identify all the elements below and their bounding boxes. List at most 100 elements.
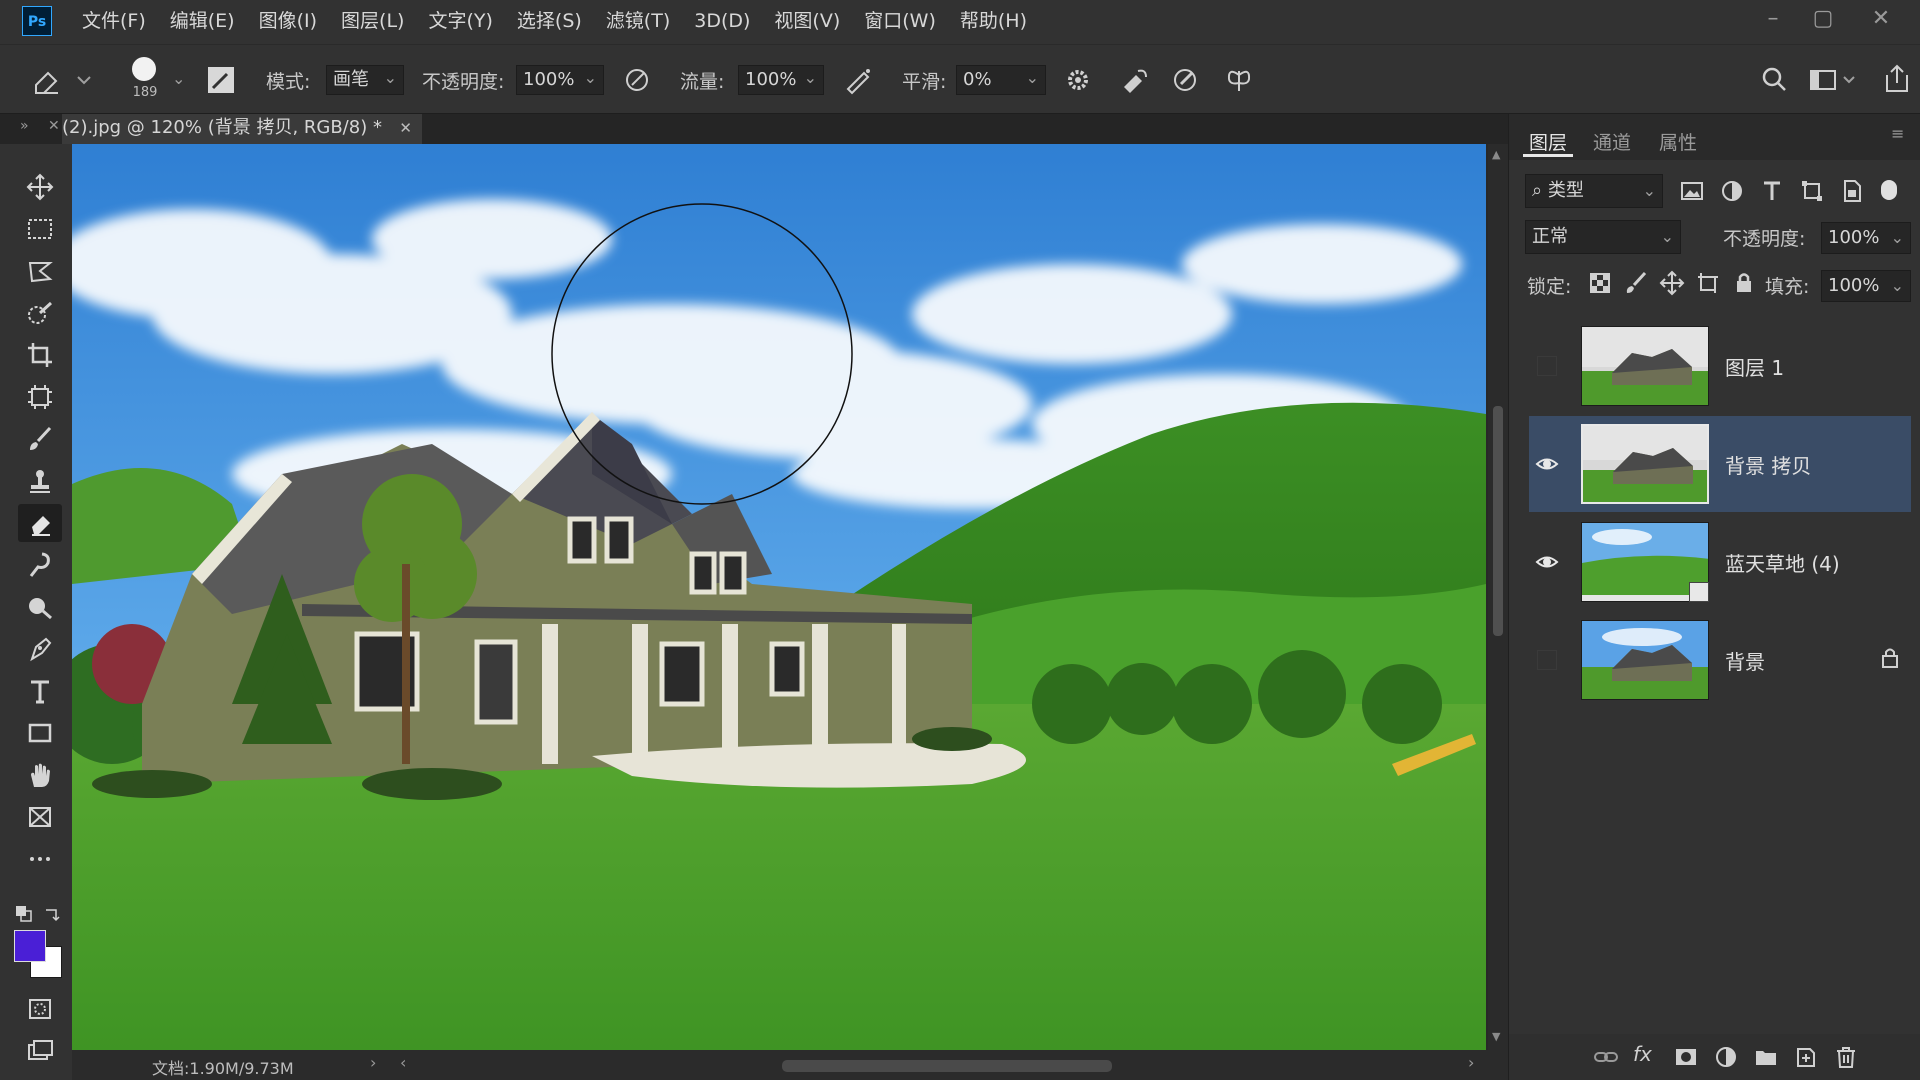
close-icon[interactable]: ✕ bbox=[48, 118, 60, 134]
menu-image[interactable]: 图像(I) bbox=[247, 0, 329, 44]
scroll-left-icon[interactable]: ‹ bbox=[400, 1053, 406, 1072]
filter-toggle-switch[interactable] bbox=[1881, 180, 1897, 200]
default-colors-button[interactable] bbox=[14, 904, 34, 924]
document-image[interactable] bbox=[72, 144, 1486, 1050]
tool-preset-picker[interactable] bbox=[24, 65, 94, 95]
menu-window[interactable]: 窗口(W) bbox=[852, 0, 948, 44]
mode-select[interactable]: 画笔 ⌄ bbox=[326, 65, 404, 95]
eye-icon[interactable] bbox=[1535, 452, 1559, 476]
close-tab-icon[interactable]: ✕ bbox=[399, 114, 412, 142]
search-button[interactable] bbox=[1760, 65, 1788, 95]
new-layer-button[interactable] bbox=[1793, 1044, 1819, 1070]
pressure-size-button[interactable] bbox=[1170, 65, 1200, 95]
smudge-tool[interactable] bbox=[18, 546, 62, 584]
history-erase-button[interactable] bbox=[1118, 65, 1150, 95]
maximize-button[interactable]: ▢ bbox=[1806, 4, 1840, 38]
smoothing-options-button[interactable] bbox=[1064, 65, 1092, 95]
crop-tool[interactable] bbox=[18, 336, 62, 374]
menu-select[interactable]: 选择(S) bbox=[505, 0, 594, 44]
close-window-button[interactable]: ✕ bbox=[1864, 4, 1898, 38]
stamp-tool[interactable] bbox=[18, 462, 62, 500]
minimize-button[interactable]: – bbox=[1756, 4, 1790, 38]
new-adjustment-button[interactable] bbox=[1713, 1044, 1739, 1070]
menu-filter[interactable]: 滤镜(T) bbox=[594, 0, 682, 44]
scroll-down-icon[interactable]: ▼ bbox=[1492, 1030, 1500, 1043]
delete-layer-button[interactable] bbox=[1833, 1044, 1859, 1070]
opacity-input[interactable]: 100% ⌄ bbox=[516, 65, 604, 95]
horizontal-scroll-thumb[interactable] bbox=[782, 1060, 1112, 1072]
lasso-tool[interactable] bbox=[18, 252, 62, 290]
link-layers-button[interactable] bbox=[1593, 1044, 1619, 1070]
tab-channels[interactable]: 通道 bbox=[1593, 128, 1631, 155]
tab-layers[interactable]: 图层 bbox=[1529, 128, 1567, 155]
layer-filter-select[interactable]: ⌕ 类型 ⌄ bbox=[1525, 174, 1663, 208]
lock-artboard-button[interactable] bbox=[1695, 270, 1721, 296]
marquee-tool[interactable] bbox=[18, 210, 62, 248]
filter-pixel-button[interactable] bbox=[1679, 178, 1705, 204]
layer-row-background-copy[interactable]: 背景 拷贝 bbox=[1529, 416, 1911, 512]
layer-row-sky-grass[interactable]: 蓝天草地 (4) bbox=[1529, 514, 1911, 610]
brush-preset-picker[interactable]: 189 bbox=[124, 55, 164, 107]
frame-tool[interactable] bbox=[18, 378, 62, 416]
document-tab[interactable]: (2).jpg @ 120% (背景 拷贝, RGB/8) * ✕ bbox=[62, 114, 422, 144]
workspace-button[interactable] bbox=[1808, 65, 1858, 95]
tab-properties[interactable]: 属性 bbox=[1659, 128, 1697, 155]
quick-mask-button[interactable] bbox=[18, 990, 62, 1028]
vertical-scroll-thumb[interactable] bbox=[1493, 406, 1503, 636]
fill-input[interactable]: 100% ⌄ bbox=[1821, 270, 1911, 302]
pressure-opacity-button[interactable] bbox=[622, 65, 652, 95]
scroll-right-icon[interactable]: › bbox=[1468, 1053, 1474, 1072]
layer-opacity-input[interactable]: 100% ⌄ bbox=[1821, 222, 1911, 254]
chevron-down-icon[interactable]: ⌄ bbox=[172, 69, 185, 88]
more-tools-button[interactable] bbox=[18, 840, 62, 878]
menu-3d[interactable]: 3D(D) bbox=[682, 0, 762, 44]
filter-smart-object-button[interactable] bbox=[1839, 178, 1865, 204]
filter-shape-button[interactable] bbox=[1799, 178, 1825, 204]
menu-view[interactable]: 视图(V) bbox=[762, 0, 852, 44]
airbrush-button[interactable] bbox=[842, 65, 874, 95]
visibility-toggle[interactable] bbox=[1537, 356, 1557, 376]
dodge-tool[interactable] bbox=[18, 588, 62, 626]
layer-row-layer1[interactable]: 图层 1 bbox=[1529, 318, 1911, 414]
eraser-tool[interactable] bbox=[18, 504, 62, 542]
brush-panel-toggle[interactable] bbox=[208, 67, 234, 93]
brush-tool[interactable] bbox=[18, 420, 62, 458]
lock-pixels-button[interactable] bbox=[1623, 270, 1649, 296]
move-tool[interactable] bbox=[18, 168, 62, 206]
symmetry-button[interactable] bbox=[1224, 65, 1254, 95]
menu-type[interactable]: 文字(Y) bbox=[416, 0, 504, 44]
artboard-tool[interactable] bbox=[18, 798, 62, 836]
pen-tool[interactable] bbox=[18, 630, 62, 668]
type-tool[interactable] bbox=[18, 672, 62, 710]
lock-transparent-button[interactable] bbox=[1587, 270, 1613, 296]
rectangle-tool[interactable] bbox=[18, 714, 62, 752]
share-button[interactable] bbox=[1882, 63, 1912, 95]
scroll-up-icon[interactable]: ▲ bbox=[1492, 148, 1500, 161]
screen-mode-button[interactable] bbox=[18, 1032, 62, 1070]
lock-position-button[interactable] bbox=[1659, 270, 1685, 296]
panel-menu-icon[interactable]: ≡ bbox=[1891, 124, 1904, 143]
foreground-color-swatch[interactable] bbox=[14, 930, 46, 962]
swap-colors-button[interactable] bbox=[42, 904, 62, 924]
flow-input[interactable]: 100% ⌄ bbox=[738, 65, 824, 95]
collapse-panels-icon[interactable]: » bbox=[20, 118, 29, 134]
vertical-scrollbar[interactable]: ▲ ▼ bbox=[1488, 144, 1508, 1050]
hand-tool[interactable] bbox=[18, 756, 62, 794]
lock-all-button[interactable] bbox=[1731, 270, 1757, 296]
layer-row-background[interactable]: 背景 bbox=[1529, 612, 1911, 708]
smoothing-input[interactable]: 0% ⌄ bbox=[956, 65, 1046, 95]
add-mask-button[interactable] bbox=[1673, 1044, 1699, 1070]
visibility-toggle[interactable] bbox=[1537, 650, 1557, 670]
menu-edit[interactable]: 编辑(E) bbox=[158, 0, 247, 44]
blend-mode-select[interactable]: 正常 ⌄ bbox=[1525, 220, 1681, 254]
menu-help[interactable]: 帮助(H) bbox=[948, 0, 1039, 44]
menu-layer[interactable]: 图层(L) bbox=[329, 0, 416, 44]
filter-type-button[interactable] bbox=[1759, 178, 1785, 204]
fx-icon[interactable]: fx bbox=[1633, 1042, 1652, 1066]
eye-icon[interactable] bbox=[1535, 550, 1559, 574]
status-menu-icon[interactable]: › bbox=[370, 1053, 376, 1072]
new-group-button[interactable] bbox=[1753, 1044, 1779, 1070]
menu-file[interactable]: 文件(F) bbox=[70, 0, 158, 44]
quick-select-tool[interactable] bbox=[18, 294, 62, 332]
filter-adjustment-button[interactable] bbox=[1719, 178, 1745, 204]
